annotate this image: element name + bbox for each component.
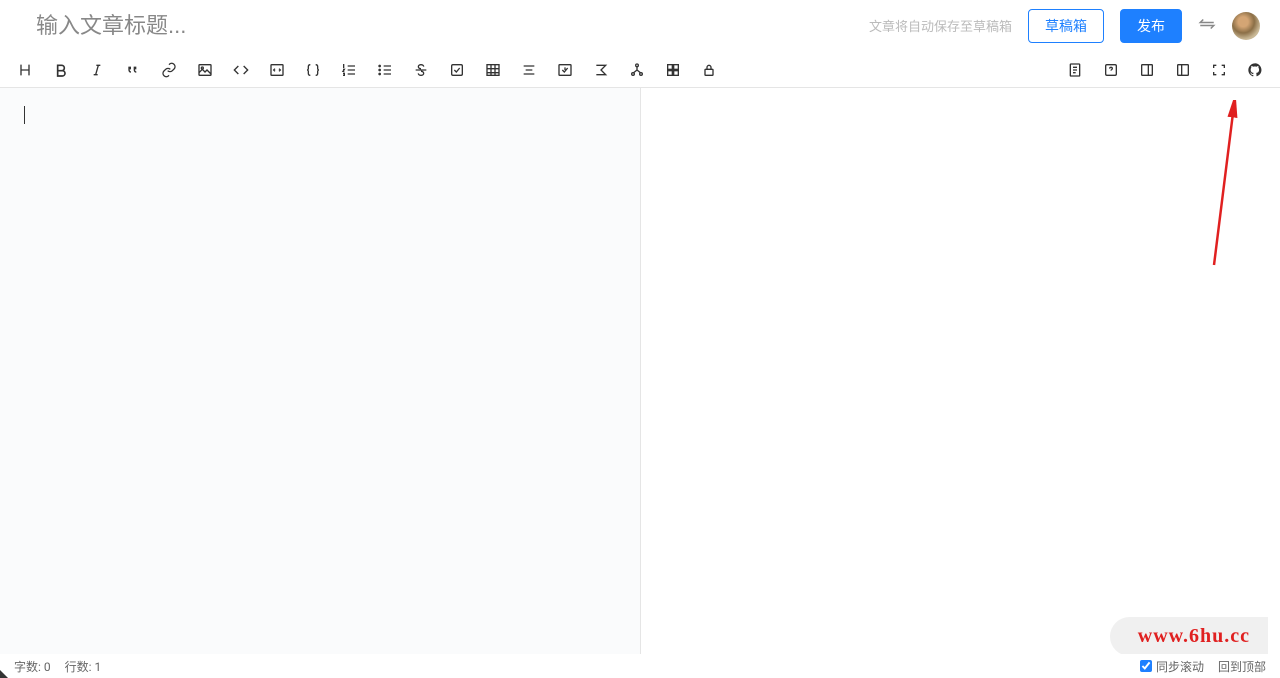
italic-icon[interactable] [88, 61, 106, 79]
sync-scroll-checkbox[interactable] [1140, 660, 1152, 672]
formula-icon[interactable] [592, 61, 610, 79]
publish-button[interactable]: 发布 [1120, 9, 1182, 43]
editor-area [0, 88, 1280, 654]
watermark: www.6hu.cc [1110, 617, 1268, 656]
sync-scroll-label: 同步滚动 [1156, 658, 1204, 675]
link-icon[interactable] [160, 61, 178, 79]
split-left-icon[interactable] [1174, 61, 1192, 79]
task-icon[interactable] [448, 61, 466, 79]
codeblock-icon[interactable] [268, 61, 286, 79]
sync-scroll-toggle[interactable]: 同步滚动 [1140, 658, 1204, 675]
footer: 字数: 0 行数: 1 同步滚动 回到顶部 [0, 654, 1280, 678]
editor-pane[interactable] [0, 88, 640, 654]
image-icon[interactable] [196, 61, 214, 79]
align-icon[interactable] [520, 61, 538, 79]
footer-left: 字数: 0 行数: 1 [14, 658, 101, 675]
diagram-icon[interactable] [628, 61, 646, 79]
quote-icon[interactable] [124, 61, 142, 79]
ul-icon[interactable] [376, 61, 394, 79]
bold-icon[interactable] [52, 61, 70, 79]
drafts-button[interactable]: 草稿箱 [1028, 9, 1104, 43]
ol-icon[interactable] [340, 61, 358, 79]
help-icon[interactable] [1102, 61, 1120, 79]
header: 文章将自动保存至草稿箱 草稿箱 发布 [0, 0, 1280, 52]
doc-icon[interactable] [1066, 61, 1084, 79]
toolbar-right [1066, 61, 1264, 79]
braces-icon[interactable] [304, 61, 322, 79]
lock-icon[interactable] [700, 61, 718, 79]
insert-image-icon[interactable] [556, 61, 574, 79]
autosave-status: 文章将自动保存至草稿箱 [869, 16, 1012, 35]
header-actions: 文章将自动保存至草稿箱 草稿箱 发布 [869, 9, 1260, 43]
swap-icon[interactable] [1198, 15, 1216, 37]
fullscreen-icon[interactable] [1210, 61, 1228, 79]
preview-pane [640, 88, 1280, 654]
table-icon[interactable] [484, 61, 502, 79]
strike-icon[interactable] [412, 61, 430, 79]
split-right-icon[interactable] [1138, 61, 1156, 79]
code-icon[interactable] [232, 61, 250, 79]
heading-icon[interactable] [16, 61, 34, 79]
back-to-top-link[interactable]: 回到顶部 [1218, 658, 1266, 675]
footer-right: 同步滚动 回到顶部 [1140, 658, 1266, 675]
avatar[interactable] [1232, 12, 1260, 40]
line-count: 行数: 1 [65, 658, 102, 675]
github-icon[interactable] [1246, 61, 1264, 79]
cursor [24, 106, 25, 124]
toolbar-left [16, 61, 718, 79]
corner-triangle [0, 670, 8, 678]
grid-icon[interactable] [664, 61, 682, 79]
title-input[interactable] [36, 13, 869, 39]
toolbar [0, 52, 1280, 88]
word-count: 字数: 0 [14, 658, 51, 675]
